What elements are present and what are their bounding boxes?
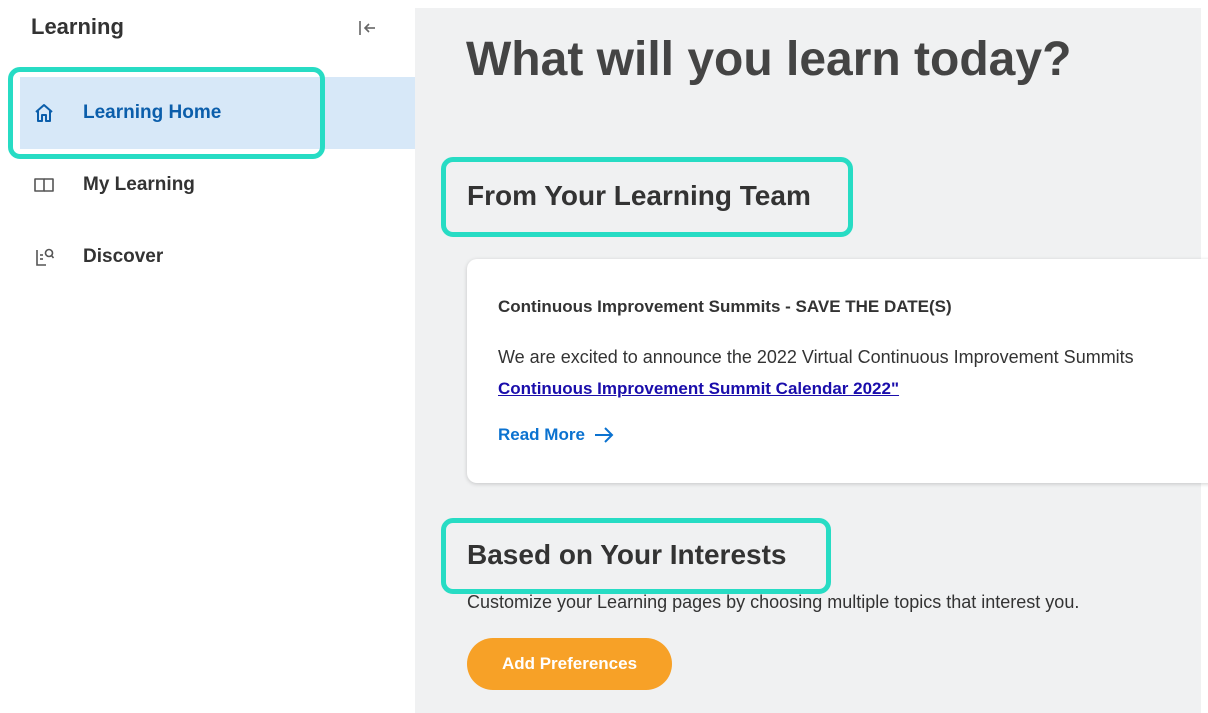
main-content: What will you learn today? From Your Lea… xyxy=(415,0,1208,713)
announcement-card: Continuous Improvement Summits - SAVE TH… xyxy=(467,259,1208,483)
sidebar-item-label: Learning Home xyxy=(83,102,222,123)
sidebar-item-discover[interactable]: Discover xyxy=(20,221,415,293)
arrow-right-icon xyxy=(594,427,614,443)
home-icon xyxy=(32,101,56,125)
summit-calendar-link[interactable]: Continuous Improvement Summit Calendar 2… xyxy=(498,379,899,399)
card-body: We are excited to announce the 2022 Virt… xyxy=(498,347,1134,367)
collapse-icon xyxy=(359,21,375,35)
page-title: What will you learn today? xyxy=(466,33,1072,86)
sidebar-title: Learning xyxy=(31,14,124,39)
collapse-sidebar-button[interactable] xyxy=(356,16,380,40)
add-preferences-button[interactable]: Add Preferences xyxy=(467,638,672,690)
card-title: Continuous Improvement Summits - SAVE TH… xyxy=(498,297,952,316)
interests-description: Customize your Learning pages by choosin… xyxy=(467,592,1080,612)
main-top-strip xyxy=(415,0,1201,8)
sidebar-item-my-learning[interactable]: My Learning xyxy=(20,149,415,221)
read-more-label: Read More xyxy=(498,425,585,444)
read-more-link[interactable]: Read More xyxy=(498,425,615,445)
learning-team-heading: From Your Learning Team xyxy=(467,180,811,211)
sidebar: Learning Learning Home My Learning Disco… xyxy=(0,0,415,713)
book-icon xyxy=(32,173,56,197)
sidebar-item-label: My Learning xyxy=(83,174,195,195)
sidebar-item-learning-home[interactable]: Learning Home xyxy=(20,77,415,149)
discover-icon xyxy=(32,245,56,269)
interests-heading: Based on Your Interests xyxy=(467,539,787,570)
sidebar-item-label: Discover xyxy=(83,246,164,267)
